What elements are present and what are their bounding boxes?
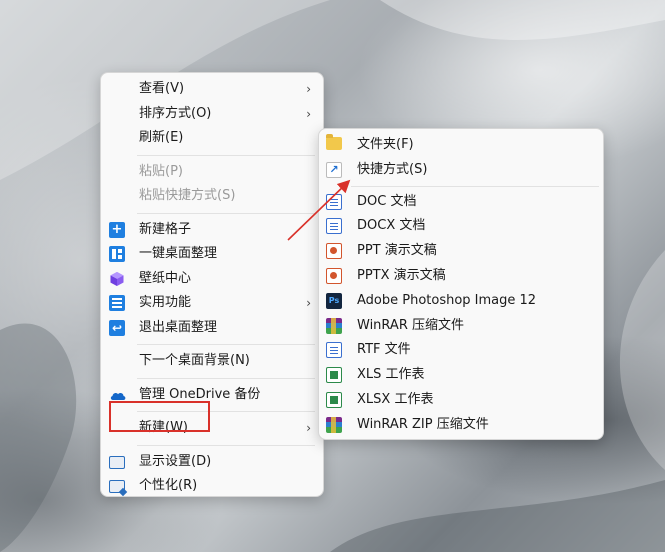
menu-item-next-background[interactable]: 下一个桌面背景(N) <box>101 349 323 374</box>
chevron-right-icon: › <box>306 296 311 310</box>
menu-separator <box>137 377 315 379</box>
chevron-right-icon: › <box>306 106 311 121</box>
menu-item-label: XLSX 工作表 <box>357 391 434 407</box>
menu-separator <box>137 344 315 345</box>
menu-item-wallpaper-center[interactable]: 壁纸中心 <box>101 267 323 292</box>
xls-file-icon <box>326 367 342 384</box>
menu-item-display-settings[interactable]: 显示设置(D) <box>101 450 323 475</box>
pptx-file-icon <box>326 267 342 284</box>
rtf-file-icon <box>326 342 342 359</box>
menu-item-paste-shortcut: 粘贴快捷方式(S) <box>101 184 323 209</box>
chevron-right-icon: › <box>306 421 311 435</box>
menu-item-label: 刷新(E) <box>139 130 184 145</box>
menu-item-label: PPTX 演示文稿 <box>357 267 446 283</box>
ppt-file-icon <box>326 243 342 260</box>
menu-item-label: WinRAR 压缩文件 <box>357 317 464 333</box>
menu-item-label: 文件夹(F) <box>357 137 414 152</box>
menu-item-label: RTF 文件 <box>357 342 411 358</box>
menu-item-label: 管理 OneDrive 备份 <box>139 386 261 402</box>
menu-item-utilities[interactable]: 实用功能 › <box>101 291 323 316</box>
menu-item-label: 查看(V) <box>139 81 185 96</box>
menu-item-organize-desktop[interactable]: 一键桌面整理 <box>101 242 323 267</box>
menu-item-onedrive-backup[interactable]: 管理 OneDrive 备份 <box>101 383 323 408</box>
submenu-item-docx[interactable]: DOCX 文档 <box>319 214 603 239</box>
menu-item-new-grid[interactable]: + 新建格子 <box>101 218 323 243</box>
menu-separator <box>137 212 315 214</box>
menu-item-view[interactable]: 查看(V) › <box>101 77 323 102</box>
personalize-icon <box>109 480 125 493</box>
menu-item-new[interactable]: 新建(W) › <box>101 416 323 441</box>
xlsx-file-icon <box>326 391 342 408</box>
menu-item-label: 新建格子 <box>139 221 192 237</box>
submenu-item-xlsx[interactable]: XLSX 工作表 <box>319 388 603 413</box>
menu-separator <box>137 444 315 446</box>
submenu-item-pptx[interactable]: PPTX 演示文稿 <box>319 264 603 289</box>
menu-item-label: 下一个桌面背景(N) <box>139 353 250 368</box>
menu-item-exit-organize[interactable]: ↩ 退出桌面整理 <box>101 316 323 341</box>
submenu-item-ppt[interactable]: PPT 演示文稿 <box>319 239 603 264</box>
menu-item-label: 壁纸中心 <box>139 270 192 286</box>
submenu-item-doc[interactable]: DOC 文档 <box>319 190 603 215</box>
menu-item-label: 退出桌面整理 <box>139 319 218 335</box>
submenu-item-photoshop[interactable]: Ps Adobe Photoshop Image 12 <box>319 289 603 314</box>
submenu-item-folder[interactable]: 文件夹(F) <box>319 133 603 158</box>
menu-item-label: 粘贴快捷方式(S) <box>139 188 236 203</box>
winrar-zip-icon <box>326 416 342 433</box>
folder-icon <box>326 134 342 150</box>
menu-item-label: 粘贴(P) <box>139 163 183 179</box>
submenu-item-winrar-zip[interactable]: WinRAR ZIP 压缩文件 <box>319 413 603 438</box>
menu-item-label: DOC 文档 <box>357 193 417 209</box>
menu-item-label: PPT 演示文稿 <box>357 243 437 259</box>
menu-item-personalize[interactable]: 个性化(R) <box>101 474 323 499</box>
list-icon <box>109 295 125 311</box>
menu-separator <box>137 154 315 156</box>
menu-separator <box>351 185 599 187</box>
menu-item-label: Adobe Photoshop Image 12 <box>357 292 537 308</box>
menu-item-label: 新建(W) <box>139 420 188 435</box>
submenu-item-shortcut[interactable]: ↗ 快捷方式(S) <box>319 158 603 183</box>
cube-icon <box>109 271 125 287</box>
submenu-item-xls[interactable]: XLS 工作表 <box>319 363 603 388</box>
photoshop-file-icon: Ps <box>326 292 342 309</box>
docx-file-icon <box>326 218 342 235</box>
menu-separator <box>137 411 315 412</box>
menu-item-label: DOCX 文档 <box>357 218 426 234</box>
menu-item-label: 一键桌面整理 <box>139 246 218 261</box>
menu-item-label: 个性化(R) <box>139 478 198 493</box>
display-icon <box>109 455 125 469</box>
exit-icon: ↩ <box>109 319 125 336</box>
menu-item-label: 显示设置(D) <box>139 453 212 469</box>
menu-item-refresh[interactable]: 刷新(E) <box>101 126 323 151</box>
desktop-context-menu: 查看(V) › 排序方式(O) › 刷新(E) 粘贴(P) 粘贴快捷方式(S) … <box>100 72 324 497</box>
submenu-item-winrar[interactable]: WinRAR 压缩文件 <box>319 314 603 339</box>
new-submenu: 文件夹(F) ↗ 快捷方式(S) DOC 文档 DOCX 文档 PPT 演示文稿… <box>318 128 604 440</box>
menu-item-label: 快捷方式(S) <box>357 161 428 177</box>
plus-square-icon: + <box>109 221 125 238</box>
onedrive-cloud-icon <box>109 387 126 403</box>
chevron-right-icon: › <box>306 82 311 96</box>
menu-item-sort[interactable]: 排序方式(O) › <box>101 102 323 127</box>
winrar-icon <box>326 317 342 334</box>
menu-item-label: XLS 工作表 <box>357 367 425 383</box>
shortcut-icon: ↗ <box>326 161 342 178</box>
menu-item-label: 实用功能 <box>139 295 192 310</box>
menu-item-label: 排序方式(O) <box>139 105 212 121</box>
doc-file-icon <box>326 193 342 210</box>
layout-icon <box>109 246 125 262</box>
submenu-item-rtf[interactable]: RTF 文件 <box>319 338 603 363</box>
menu-item-paste: 粘贴(P) <box>101 160 323 185</box>
menu-item-label: WinRAR ZIP 压缩文件 <box>357 416 489 432</box>
